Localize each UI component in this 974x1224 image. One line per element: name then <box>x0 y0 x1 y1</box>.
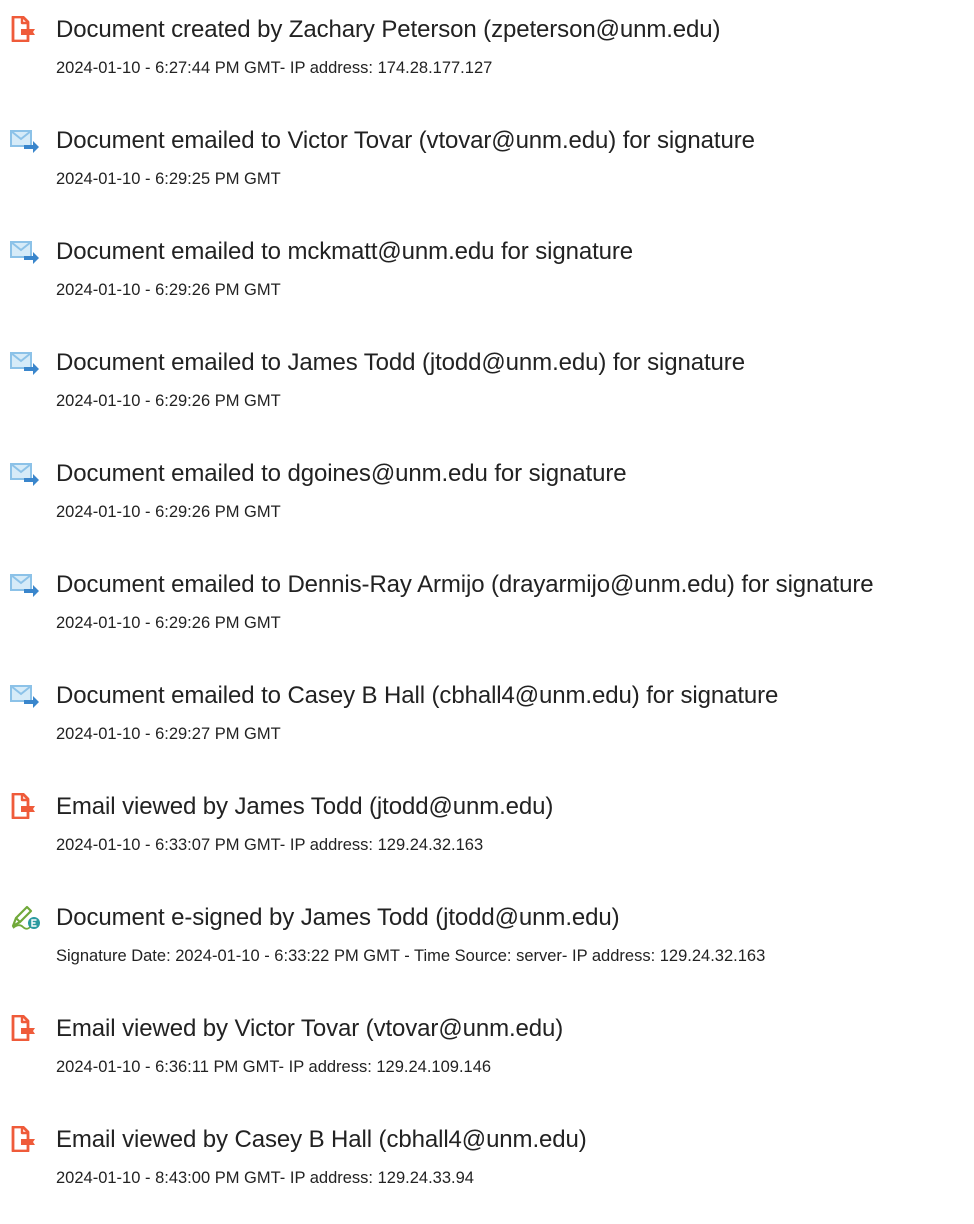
event-detail: 2024-01-10 - 6:29:26 PM GMT <box>56 281 281 299</box>
document-icon <box>10 1126 40 1152</box>
event-detail: Signature Date: 2024-01-10 - 6:33:22 PM … <box>56 947 766 965</box>
audit-event: Document e-signed by James Todd (jtodd@u… <box>0 902 974 1002</box>
email-sent-icon <box>10 349 40 375</box>
event-title: Document emailed to James Todd (jtodd@un… <box>56 349 745 376</box>
audit-event: Email viewed by Victor Tovar (vtovar@unm… <box>0 1013 974 1113</box>
event-title: Email viewed by James Todd (jtodd@unm.ed… <box>56 793 554 820</box>
esign-icon <box>10 904 40 930</box>
event-detail: 2024-01-10 - 6:29:26 PM GMT <box>56 503 281 521</box>
event-title: Email viewed by Casey B Hall (cbhall4@un… <box>56 1126 587 1153</box>
audit-event: Document created by Zachary Peterson (zp… <box>0 14 974 114</box>
audit-event: Email viewed by Casey B Hall (cbhall4@un… <box>0 1124 974 1224</box>
document-icon <box>10 1015 40 1041</box>
email-sent-icon <box>10 238 40 264</box>
event-title: Document e-signed by James Todd (jtodd@u… <box>56 904 620 931</box>
event-detail: 2024-01-10 - 6:33:07 PM GMT- IP address:… <box>56 836 484 854</box>
email-sent-icon <box>10 682 40 708</box>
event-title: Document emailed to mckmatt@unm.edu for … <box>56 238 634 265</box>
email-sent-icon <box>10 571 40 597</box>
event-title: Document created by Zachary Peterson (zp… <box>56 16 721 43</box>
event-detail: 2024-01-10 - 6:27:44 PM GMT- IP address:… <box>56 59 493 77</box>
event-detail: 2024-01-10 - 6:29:26 PM GMT <box>56 614 281 632</box>
email-sent-icon <box>10 460 40 486</box>
audit-event: Document emailed to mckmatt@unm.edu for … <box>0 236 974 336</box>
event-detail: 2024-01-10 - 6:29:25 PM GMT <box>56 170 281 188</box>
event-detail: 2024-01-10 - 6:29:26 PM GMT <box>56 392 281 410</box>
email-sent-icon <box>10 127 40 153</box>
event-detail: 2024-01-10 - 6:29:27 PM GMT <box>56 725 281 743</box>
audit-event: Document emailed to Dennis-Ray Armijo (d… <box>0 569 974 669</box>
document-icon <box>10 793 40 819</box>
audit-event: Document emailed to dgoines@unm.edu for … <box>0 458 974 558</box>
event-title: Document emailed to Victor Tovar (vtovar… <box>56 127 755 154</box>
event-title: Document emailed to Casey B Hall (cbhall… <box>56 682 779 709</box>
event-title: Document emailed to dgoines@unm.edu for … <box>56 460 627 487</box>
audit-event: Email viewed by James Todd (jtodd@unm.ed… <box>0 791 974 891</box>
event-title: Email viewed by Victor Tovar (vtovar@unm… <box>56 1015 564 1042</box>
document-icon <box>10 16 40 42</box>
event-detail: 2024-01-10 - 6:36:11 PM GMT- IP address:… <box>56 1058 492 1076</box>
audit-event: Document emailed to Victor Tovar (vtovar… <box>0 125 974 225</box>
audit-event: Document emailed to James Todd (jtodd@un… <box>0 347 974 447</box>
event-title: Document emailed to Dennis-Ray Armijo (d… <box>56 571 874 598</box>
audit-event: Document emailed to Casey B Hall (cbhall… <box>0 680 974 780</box>
event-detail: 2024-01-10 - 8:43:00 PM GMT- IP address:… <box>56 1169 474 1187</box>
